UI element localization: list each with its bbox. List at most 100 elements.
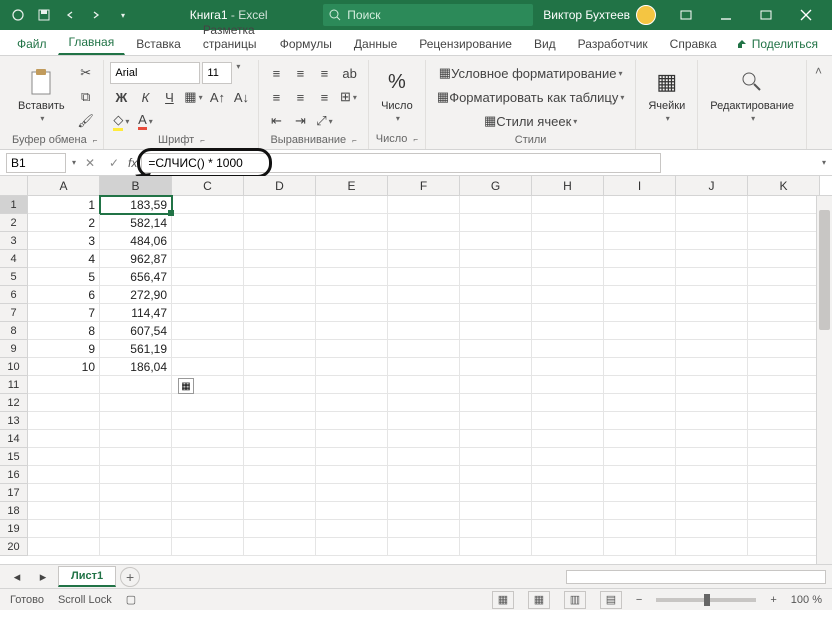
- cell[interactable]: [748, 376, 820, 394]
- cell[interactable]: [244, 502, 316, 520]
- cell[interactable]: [316, 358, 388, 376]
- cell[interactable]: [460, 448, 532, 466]
- align-left-icon[interactable]: ≡: [265, 86, 287, 108]
- cell[interactable]: [532, 250, 604, 268]
- cell[interactable]: [100, 394, 172, 412]
- cell[interactable]: [748, 322, 820, 340]
- qat-dropdown-icon[interactable]: ▾: [110, 3, 134, 27]
- cell[interactable]: [244, 214, 316, 232]
- cell[interactable]: [388, 232, 460, 250]
- cell[interactable]: [244, 322, 316, 340]
- zoom-in-button[interactable]: +: [770, 594, 776, 606]
- horizontal-scrollbar[interactable]: [566, 570, 826, 584]
- cell[interactable]: [388, 502, 460, 520]
- cell[interactable]: [748, 394, 820, 412]
- cell[interactable]: [172, 232, 244, 250]
- cell[interactable]: [28, 520, 100, 538]
- cell[interactable]: [676, 358, 748, 376]
- cell[interactable]: [460, 520, 532, 538]
- cell[interactable]: 186,04: [100, 358, 172, 376]
- cell[interactable]: [388, 394, 460, 412]
- col-header-d[interactable]: D: [244, 176, 316, 195]
- cell[interactable]: [604, 430, 676, 448]
- align-right-icon[interactable]: ≡: [313, 86, 335, 108]
- cell[interactable]: [748, 448, 820, 466]
- cell[interactable]: [316, 232, 388, 250]
- cell[interactable]: [460, 268, 532, 286]
- cell[interactable]: [244, 520, 316, 538]
- row-header[interactable]: 20: [0, 538, 28, 556]
- cell[interactable]: [388, 448, 460, 466]
- cell[interactable]: [244, 358, 316, 376]
- cell[interactable]: [604, 340, 676, 358]
- maximize-icon[interactable]: [746, 0, 786, 30]
- cell[interactable]: [244, 484, 316, 502]
- add-sheet-button[interactable]: +: [120, 567, 140, 587]
- cell[interactable]: [244, 340, 316, 358]
- cell[interactable]: [676, 250, 748, 268]
- cell[interactable]: [460, 322, 532, 340]
- formula-input[interactable]: [141, 153, 661, 173]
- cell[interactable]: [748, 250, 820, 268]
- cell[interactable]: 6: [28, 286, 100, 304]
- cell[interactable]: 484,06: [100, 232, 172, 250]
- vertical-scrollbar[interactable]: [816, 196, 832, 564]
- cell[interactable]: [460, 412, 532, 430]
- cell[interactable]: [748, 286, 820, 304]
- row-header[interactable]: 8: [0, 322, 28, 340]
- close-icon[interactable]: [786, 0, 826, 30]
- cell[interactable]: [676, 484, 748, 502]
- view-page-layout-icon[interactable]: ▥: [564, 591, 586, 609]
- cell[interactable]: [460, 466, 532, 484]
- cell[interactable]: [748, 358, 820, 376]
- row-header[interactable]: 13: [0, 412, 28, 430]
- cell[interactable]: [460, 232, 532, 250]
- row-header[interactable]: 9: [0, 340, 28, 358]
- cell[interactable]: [244, 196, 316, 214]
- cell[interactable]: [172, 340, 244, 358]
- accessibility-icon[interactable]: ▦: [492, 591, 514, 609]
- cell[interactable]: [172, 502, 244, 520]
- tab-formulas[interactable]: Формулы: [269, 31, 343, 55]
- font-size-input[interactable]: [202, 62, 232, 84]
- cell[interactable]: [532, 394, 604, 412]
- undo-icon[interactable]: [58, 3, 82, 27]
- row-header[interactable]: 6: [0, 286, 28, 304]
- cell[interactable]: [316, 340, 388, 358]
- cell[interactable]: [172, 286, 244, 304]
- col-header-k[interactable]: K: [748, 176, 820, 195]
- cell[interactable]: 607,54: [100, 322, 172, 340]
- cell[interactable]: [172, 448, 244, 466]
- cell[interactable]: [532, 322, 604, 340]
- format-as-table-button[interactable]: ▦ Форматировать как таблицу▾: [432, 86, 629, 108]
- align-center-icon[interactable]: ≡: [289, 86, 311, 108]
- cell[interactable]: [604, 322, 676, 340]
- cell[interactable]: [532, 538, 604, 556]
- row-header[interactable]: 11: [0, 376, 28, 394]
- cell[interactable]: [244, 538, 316, 556]
- cell[interactable]: [460, 538, 532, 556]
- cell[interactable]: 7: [28, 304, 100, 322]
- cell[interactable]: 4: [28, 250, 100, 268]
- cell[interactable]: [748, 412, 820, 430]
- wrap-text-button[interactable]: ab: [337, 62, 361, 84]
- cell[interactable]: [100, 466, 172, 484]
- font-color-icon[interactable]: A▾: [134, 110, 156, 132]
- cell[interactable]: 10: [28, 358, 100, 376]
- cell[interactable]: [244, 466, 316, 484]
- cell[interactable]: [388, 196, 460, 214]
- cell[interactable]: [316, 466, 388, 484]
- cell[interactable]: [316, 376, 388, 394]
- cell[interactable]: [532, 448, 604, 466]
- redo-icon[interactable]: [84, 3, 108, 27]
- cell[interactable]: [100, 412, 172, 430]
- cell[interactable]: [676, 286, 748, 304]
- cell[interactable]: [604, 250, 676, 268]
- cell[interactable]: [532, 340, 604, 358]
- cell[interactable]: 114,47: [100, 304, 172, 322]
- collapse-ribbon-icon[interactable]: ˄: [811, 60, 826, 149]
- cell[interactable]: [316, 322, 388, 340]
- col-header-e[interactable]: E: [316, 176, 388, 195]
- cell[interactable]: [676, 268, 748, 286]
- cell[interactable]: [172, 358, 244, 376]
